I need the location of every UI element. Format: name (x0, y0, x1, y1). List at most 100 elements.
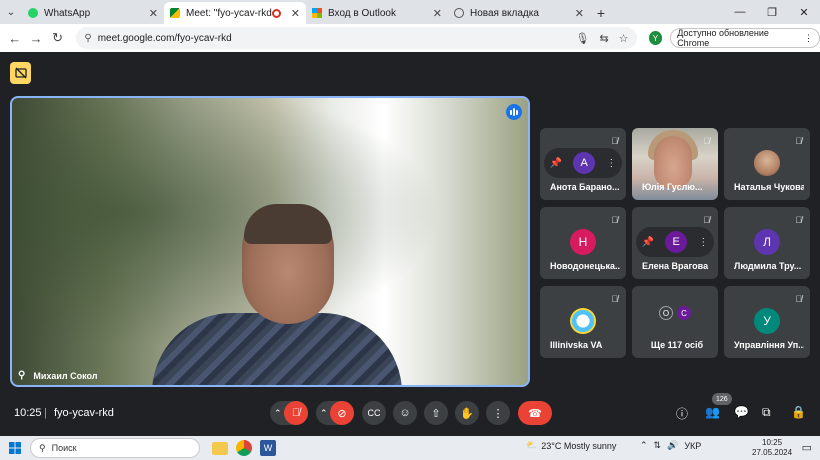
main-speaker-video[interactable]: ⚲ Михаил Сокол (10, 96, 530, 387)
avatar (754, 150, 780, 176)
participant-name: Управління Уп... (734, 340, 804, 350)
tab-search-icon[interactable]: ⌄ (0, 0, 22, 24)
windows-taskbar: ⚲ Поиск W ⛅ 23°C Mostly sunny ⌃ ⇅ 🔊 УКР … (0, 436, 820, 460)
translate-icon[interactable]: ⇆ (599, 32, 608, 45)
windows-start-icon[interactable] (0, 442, 30, 454)
meet-icon (170, 8, 180, 18)
site-info-icon[interactable]: ⚲ (84, 33, 91, 44)
camera-off-icon[interactable]: ⊘ (330, 401, 354, 425)
whatsapp-icon (28, 8, 38, 18)
meeting-info-icon[interactable]: ⓘ (676, 405, 688, 422)
sun-cloud-icon: ⛅ (526, 440, 538, 450)
taskbar-clock[interactable]: 10:25 27.05.2024 (752, 438, 792, 458)
captions-button[interactable]: CC (362, 401, 386, 425)
participant-name: Елена Врагова (642, 261, 709, 271)
clock-date: 27.05.2024 (752, 448, 793, 457)
notifications-icon[interactable]: ▭ (802, 441, 812, 454)
volume-icon[interactable]: 🔊 (667, 440, 678, 451)
chevron-up-icon[interactable]: ⌃ (640, 440, 648, 451)
close-icon[interactable]: ✕ (433, 7, 442, 20)
tab-new[interactable]: Новая вкладка ✕ (448, 2, 590, 24)
pin-icon[interactable]: ⚲ (18, 370, 25, 381)
close-icon[interactable]: ✕ (291, 7, 300, 20)
clock-time: 10:25 (762, 438, 783, 447)
participant-tile[interactable]: 🎙̸ Наталья Чукова (724, 128, 810, 200)
avatar: Е (665, 231, 688, 253)
participant-tile[interactable]: 🎙̸ Л Людмила Тру... (724, 207, 810, 279)
others-count-label: Ще 117 осіб (650, 340, 704, 350)
address-bar[interactable]: ⚲ meet.google.com/fyo-ycav-rkd 🎙 ⇆ ☆ (76, 27, 637, 49)
tab-title: Meet: "fyo-ycav-rkd" (186, 7, 272, 19)
pin-icon[interactable]: 📌 (550, 158, 562, 169)
window-controls: — ❐ ✕ (724, 0, 820, 24)
language-indicator[interactable]: УКР (684, 441, 701, 451)
camera-options-button[interactable]: ⌃ ⊘ (316, 401, 354, 425)
taskbar-search-input[interactable]: ⚲ Поиск (30, 438, 200, 458)
more-vert-icon[interactable]: ⋮ (698, 237, 708, 248)
weather-text: 23°C Mostly sunny (541, 440, 617, 451)
tab-outlook[interactable]: Вход в Outlook ✕ (306, 2, 448, 24)
new-tab-button[interactable]: + (590, 2, 612, 24)
avatar: Н (570, 229, 596, 255)
pin-icon[interactable]: 📌 (642, 237, 654, 248)
tab-whatsapp[interactable]: WhatsApp ✕ (22, 2, 164, 24)
minimize-icon[interactable]: — (724, 0, 756, 24)
mic-options-button[interactable]: ⌃ 🎙̸ (270, 401, 308, 425)
url-text: meet.google.com/fyo-ycav-rkd (97, 32, 232, 44)
avatar: O (659, 306, 673, 320)
microphone-icon[interactable]: 🎙 (575, 32, 589, 45)
more-options-button[interactable]: ⋮ (486, 401, 510, 425)
close-icon[interactable]: ✕ (149, 7, 158, 20)
present-button[interactable]: ⇧ (424, 401, 448, 425)
reload-icon[interactable]: ↻ (47, 30, 68, 46)
tab-title: WhatsApp (44, 7, 91, 19)
back-icon[interactable]: ← (4, 31, 25, 46)
mic-off-icon: 🎙̸ (703, 136, 710, 146)
participant-tile[interactable]: 🎙̸ 📌 Е ⋮ Елена Врагова (632, 207, 718, 279)
mic-off-icon[interactable]: 🎙̸ (284, 401, 308, 425)
people-icon[interactable]: 👥 (705, 405, 720, 419)
leave-call-button[interactable]: ☎ (518, 401, 552, 425)
speaking-indicator-icon (506, 104, 522, 120)
participant-tile[interactable]: 🎙̸ У Управління Уп... (724, 286, 810, 358)
participant-tile[interactable]: 🎙̸ 📌 А ⋮ Анота Барано... (540, 128, 626, 200)
mic-off-icon: 🎙̸ (703, 215, 710, 225)
raise-hand-button[interactable]: ✋ (455, 401, 479, 425)
system-tray: ⌃ ⇅ 🔊 УКР (640, 440, 701, 451)
tab-meet[interactable]: Meet: "fyo-ycav-rkd" ✕ (164, 2, 306, 24)
word-icon[interactable]: W (260, 440, 276, 456)
more-vert-icon[interactable]: ⋮ (606, 158, 616, 169)
chrome-icon[interactable] (236, 440, 252, 456)
weather-widget[interactable]: ⛅ 23°C Mostly sunny (526, 440, 616, 451)
profile-avatar[interactable]: Y (648, 31, 663, 45)
mic-off-icon: 🎙̸ (611, 215, 618, 225)
participant-name: Illinivska VA (550, 340, 603, 350)
call-end-icon: ☎ (528, 407, 542, 420)
browser-tab-bar: ⌄ WhatsApp ✕ Meet: "fyo-ycav-rkd" ✕ Вход… (0, 0, 820, 24)
participants-count-badge: 126 (712, 393, 732, 405)
participant-name: Анота Барано... (550, 182, 620, 192)
mic-off-icon: 🎙̸ (795, 215, 802, 225)
avatar (570, 308, 596, 334)
activities-icon[interactable]: ⧉ (762, 405, 771, 420)
chrome-update-button[interactable]: Доступно обновление Chrome ⋮ (670, 28, 820, 48)
chat-icon[interactable]: 💬 (734, 405, 749, 419)
network-icon[interactable]: ⇅ (654, 440, 662, 451)
reactions-button[interactable]: ☺ (393, 401, 417, 425)
close-window-icon[interactable]: ✕ (788, 0, 820, 24)
participant-tile[interactable]: 🎙̸ Н Новодонецька... (540, 207, 626, 279)
separator: | (44, 407, 47, 419)
bookmark-star-icon[interactable]: ☆ (619, 32, 629, 45)
present-screen-icon: ⇧ (431, 407, 441, 420)
file-explorer-icon[interactable] (212, 441, 228, 455)
participant-tile[interactable]: 🎙̸ Юлія Гуслю... (632, 128, 718, 200)
participant-tile[interactable]: 🎙̸ Illinivska VA (540, 286, 626, 358)
host-controls-icon[interactable]: 🔒 (791, 405, 806, 419)
forward-icon[interactable]: → (25, 31, 46, 46)
participant-name: Новодонецька... (550, 261, 620, 271)
others-tile[interactable]: O C Ще 117 осіб (632, 286, 718, 358)
close-icon[interactable]: ✕ (575, 7, 584, 20)
search-icon: ⚲ (39, 442, 46, 453)
restore-icon[interactable]: ❐ (756, 0, 788, 24)
captions-off-icon[interactable] (10, 62, 31, 84)
